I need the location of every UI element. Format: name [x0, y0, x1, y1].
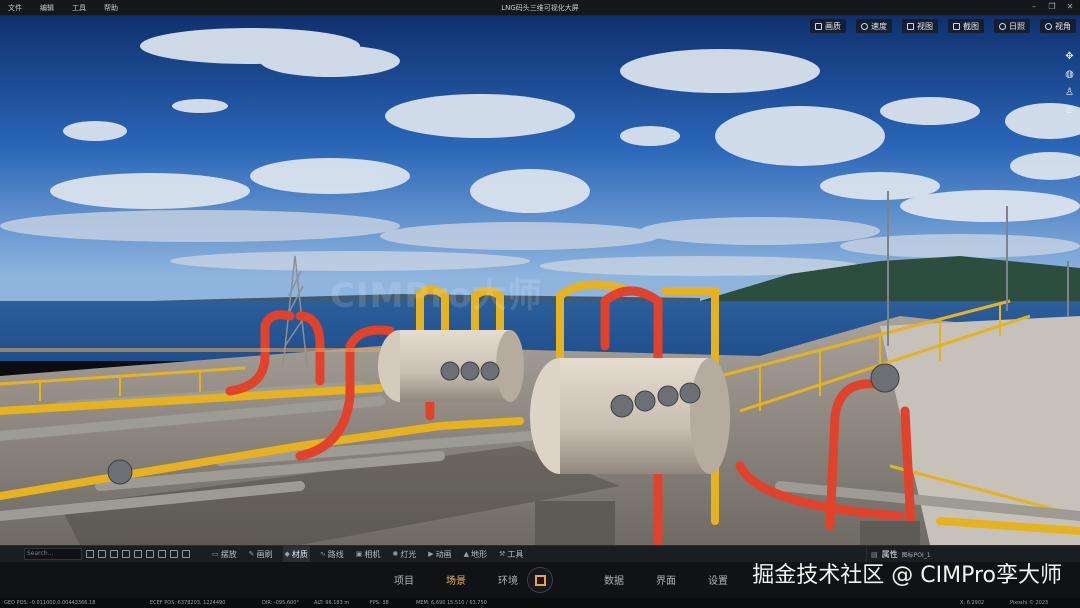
window-title: LNG码头三维可视化大屏	[501, 3, 579, 12]
screenshot-button[interactable]: 截图	[948, 19, 984, 33]
material-icon: ◆	[284, 550, 290, 558]
terrain-icon: ▲	[463, 550, 470, 558]
brand: Pixoshi © 2023	[1010, 600, 1049, 606]
bottom-navigation: 项目 场景 环境 数据 界面 设置 掘金技术社区 @ CIMPro孪大师	[0, 562, 1080, 598]
tool-strip: Search... ▭ 摆放 ✎ 画刷 ◆ 材质 ∿ 路线 ▣ 相机 ✺ 灯光 ▶ 动画 ▲ 地…	[0, 545, 1080, 563]
copy-icon[interactable]	[158, 550, 166, 558]
logo-icon	[534, 574, 546, 586]
navigation-tools: ✥ ◍ ♙ ≣	[1064, 51, 1075, 116]
tab-camera[interactable]: ▣ 相机	[354, 546, 383, 563]
restore-icon[interactable]: ❐	[1048, 3, 1056, 11]
properties-panel-tab[interactable]: ▤ 属性 图标POI_1	[866, 546, 931, 563]
tab-place[interactable]: ▭ 摆放	[210, 546, 239, 563]
brush-icon: ✎	[248, 550, 255, 558]
view-toolbar: 画质 速度 视图 截图 日照 视角	[810, 19, 1076, 33]
menu-edit[interactable]: 编辑	[40, 3, 54, 13]
display-icon	[815, 22, 822, 30]
altitude: ALT: 96.183 m	[314, 600, 350, 606]
fit-icon[interactable]	[110, 550, 118, 558]
animation-icon: ▶	[428, 550, 434, 558]
menu-file[interactable]: 文件	[8, 3, 22, 13]
screenshot-icon	[953, 22, 960, 30]
nav-project[interactable]: 项目	[378, 572, 430, 587]
status-bar: GEO POS: -0.011000,0.00443366.18 ECEF PO…	[0, 598, 1080, 608]
view-button[interactable]: 视图	[902, 19, 938, 33]
link-icon[interactable]	[134, 550, 142, 558]
title-bar: 文件 编辑 工具 帮助 LNG码头三维可视化大屏 – ❐ ✕	[0, 0, 1080, 16]
place-icon: ▭	[212, 550, 219, 558]
tab-route[interactable]: ∿ 路线	[318, 546, 346, 563]
camera-icon: ▣	[355, 550, 363, 558]
grid-icon[interactable]	[98, 550, 106, 558]
scene-viewport[interactable]: CIMPro大师 画质 速度 视图 截图 日照 视角 ✥ ◍ ♙ ≣	[0, 16, 1080, 545]
fps: FPS: 38	[370, 600, 389, 606]
frame-icon[interactable]	[146, 550, 154, 558]
speed-button[interactable]: 速度	[856, 19, 892, 33]
tab-animation[interactable]: ▶ 动画	[426, 546, 453, 563]
sunlight-button[interactable]: 日照	[994, 19, 1030, 33]
tab-tools[interactable]: ⚒ 工具	[497, 546, 525, 563]
direction: DIR: -095.600°	[262, 600, 299, 606]
nav-data[interactable]: 数据	[588, 572, 640, 587]
nav-scene[interactable]: 场景	[430, 572, 482, 587]
view-icon	[907, 22, 914, 30]
tool-tabs: ▭ 摆放 ✎ 画刷 ◆ 材质 ∿ 路线 ▣ 相机 ✺ 灯光 ▶ 动画 ▲ 地形 ⚒ 工具	[210, 545, 525, 563]
author-credit: 掘金技术社区 @ CIMPro孪大师	[752, 563, 1062, 588]
camera-icon[interactable]	[122, 550, 130, 558]
move-icon[interactable]: ✥	[1064, 51, 1075, 62]
camera-angle-button[interactable]: 视角	[1040, 19, 1076, 33]
image-icon[interactable]	[170, 550, 178, 558]
person-icon[interactable]: ♙	[1064, 87, 1075, 98]
export-icon[interactable]	[182, 550, 190, 558]
sun-icon	[999, 22, 1006, 30]
nav-settings[interactable]: 设置	[692, 572, 744, 587]
globe-icon[interactable]: ◍	[1064, 69, 1075, 80]
quality-button[interactable]: 画质	[810, 19, 846, 33]
properties-icon: ▤	[871, 550, 878, 559]
home-logo-button[interactable]	[527, 567, 553, 593]
menu-bar: 文件 编辑 工具 帮助	[0, 3, 118, 13]
tab-material[interactable]: ◆ 材质	[282, 545, 310, 563]
light-icon: ✺	[392, 550, 399, 558]
search-input[interactable]: Search...	[24, 548, 82, 560]
minimize-icon[interactable]: –	[1030, 3, 1038, 11]
geo-pos: GEO POS: -0.011000,0.00443366.18	[4, 600, 96, 606]
tab-light[interactable]: ✺ 灯光	[390, 546, 418, 563]
layers-icon[interactable]: ≣	[1064, 105, 1075, 116]
ecef-pos: ECEF POS: 6378203, 1224490	[150, 600, 226, 606]
window-controls: – ❐ ✕	[1030, 3, 1074, 11]
route-icon: ∿	[319, 550, 326, 558]
quick-icons	[86, 550, 190, 558]
nav-items: 项目 场景 环境 数据 界面 设置	[378, 572, 744, 587]
memory: MEM: 6.690 15.510 / 63.750	[416, 600, 487, 606]
eye-icon	[1045, 22, 1052, 30]
nav-interface[interactable]: 界面	[640, 572, 692, 587]
tab-brush[interactable]: ✎ 画刷	[247, 546, 275, 563]
tab-terrain[interactable]: ▲ 地形	[462, 546, 489, 563]
refresh-icon[interactable]	[86, 550, 94, 558]
watermark: CIMPro大师	[330, 276, 543, 316]
menu-help[interactable]: 帮助	[104, 3, 118, 13]
speed-icon	[861, 22, 868, 30]
close-icon[interactable]: ✕	[1066, 3, 1074, 11]
wrench-icon: ⚒	[499, 550, 506, 558]
menu-tools[interactable]: 工具	[72, 3, 86, 13]
coordinate: X: 6.2902	[960, 600, 985, 606]
